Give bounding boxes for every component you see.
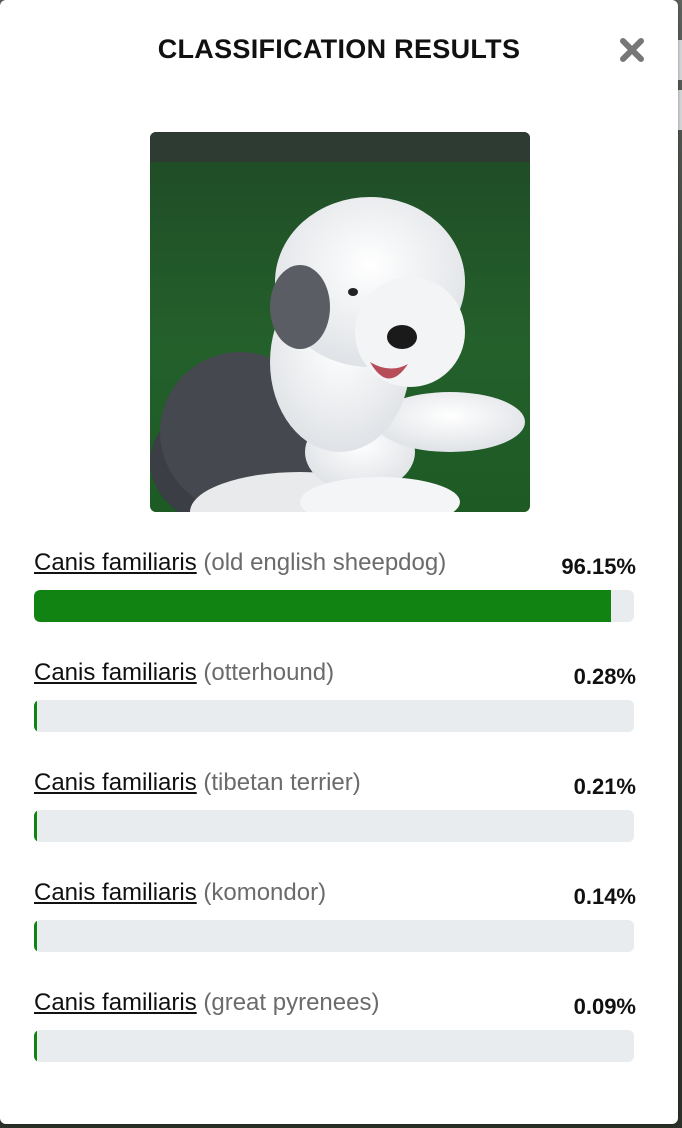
common-name: (otterhound) [203,659,335,686]
progress-track [34,590,634,622]
result-item: Canis familiaris (old english sheepdog) … [34,546,636,656]
result-item: Canis familiaris (otterhound) 0.28% [34,656,636,766]
scientific-name-link[interactable]: Canis familiaris [34,769,197,796]
common-name: (great pyrenees) [203,989,380,1016]
result-percent: 0.28% [573,664,636,689]
common-name: (tibetan terrier) [203,769,361,796]
progress-fill [34,810,37,842]
scientific-name-link[interactable]: Canis familiaris [34,549,197,576]
dog-illustration [150,132,530,512]
progress-fill [34,1030,37,1062]
result-label: Canis familiaris (old english sheepdog) [34,546,446,580]
progress-fill [34,920,37,952]
modal-title: CLASSIFICATION RESULTS [157,34,521,64]
result-percent: 96.15% [561,554,636,579]
result-label: Canis familiaris (tibetan terrier) [34,766,361,800]
result-label: Canis familiaris (komondor) [34,876,326,910]
close-button[interactable] [618,36,646,64]
classification-modal: CLASSIFICATION RESULTS Canis familiaris … [0,0,678,1124]
progress-track [34,810,634,842]
result-item: Canis familiaris (tibetan terrier) 0.21% [34,766,636,876]
result-percent: 0.14% [573,884,636,909]
scientific-name-link[interactable]: Canis familiaris [34,989,197,1016]
result-item: Canis familiaris (komondor) 0.14% [34,876,636,986]
scientific-name-link[interactable]: Canis familiaris [34,879,197,906]
dog-photo [150,132,530,512]
progress-fill [34,700,37,732]
results-list: Canis familiaris (old english sheepdog) … [34,546,636,1096]
progress-track [34,920,634,952]
progress-fill [34,590,611,622]
result-label: Canis familiaris (great pyrenees) [34,986,379,1020]
close-icon [620,38,644,62]
progress-track [34,1030,634,1062]
common-name: (old english sheepdog) [203,549,447,576]
result-percent: 0.21% [573,774,636,799]
scientific-name-link[interactable]: Canis familiaris [34,659,197,686]
progress-track [34,700,634,732]
common-name: (komondor) [203,879,327,906]
result-percent: 0.09% [573,994,636,1019]
result-item: Canis familiaris (great pyrenees) 0.09% [34,986,636,1096]
result-label: Canis familiaris (otterhound) [34,656,334,690]
